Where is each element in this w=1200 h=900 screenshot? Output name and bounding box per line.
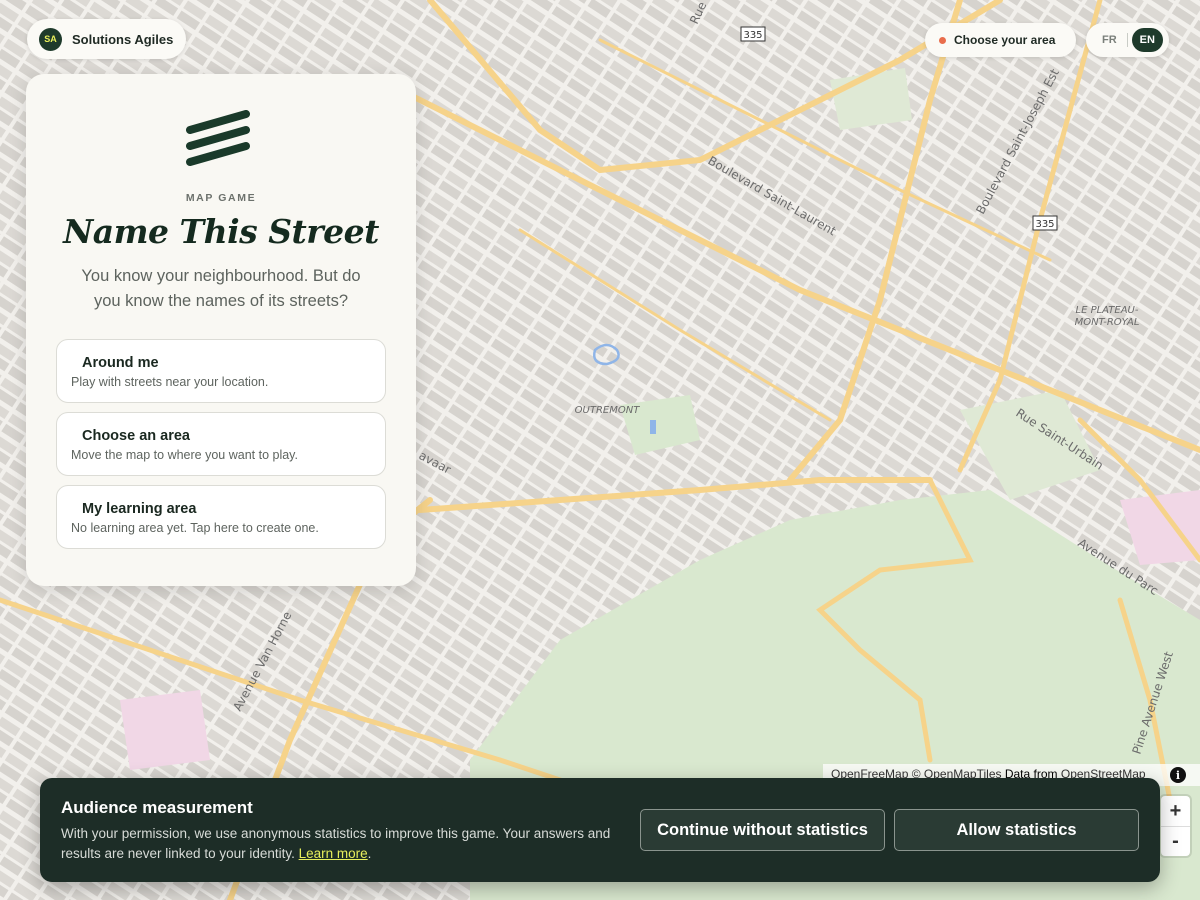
svg-text:335: 335 bbox=[743, 30, 762, 41]
map-label: MONT-ROYAL bbox=[1075, 317, 1140, 328]
zoom-out-button[interactable]: - bbox=[1161, 826, 1190, 856]
status-dot-icon bbox=[939, 36, 946, 44]
option-choose-area[interactable]: Choose an area Move the map to where you… bbox=[56, 412, 386, 476]
option-title: Choose an area bbox=[82, 428, 190, 444]
learn-more-link[interactable]: Learn more bbox=[299, 846, 368, 861]
option-title: My learning area bbox=[82, 501, 197, 517]
choose-area-label: Choose your area bbox=[954, 33, 1056, 47]
option-around-me[interactable]: Around me Play with streets near your lo… bbox=[56, 339, 386, 403]
option-learning-area[interactable]: My learning area No learning area yet. T… bbox=[56, 485, 386, 549]
language-en-button[interactable]: EN bbox=[1131, 28, 1163, 52]
continue-without-statistics-button[interactable]: Continue without statistics bbox=[640, 809, 885, 851]
zoom-in-button[interactable]: + bbox=[1161, 796, 1190, 826]
allow-statistics-button[interactable]: Allow statistics bbox=[894, 809, 1139, 851]
consent-banner: Audience measurement With your permissio… bbox=[40, 778, 1160, 882]
brand-name: Solutions Agiles bbox=[72, 31, 174, 47]
option-description: No learning area yet. Tap here to create… bbox=[71, 521, 319, 535]
route-shield: 335 bbox=[740, 26, 766, 42]
language-divider bbox=[1126, 33, 1128, 47]
hospital-area-west bbox=[120, 690, 210, 770]
info-icon[interactable]: i bbox=[1170, 767, 1186, 783]
consent-body: With your permission, we use anonymous s… bbox=[61, 824, 621, 864]
language-toggle: FR EN bbox=[1086, 23, 1169, 57]
map-label: LE PLATEAU- bbox=[1076, 305, 1139, 316]
game-panel: MAP GAME Name This Street You know your … bbox=[26, 74, 416, 586]
consent-period: . bbox=[367, 846, 372, 861]
map-label: OUTREMONT bbox=[575, 405, 641, 416]
brand-avatar: SA bbox=[39, 27, 62, 51]
language-fr-button[interactable]: FR bbox=[1096, 29, 1123, 51]
consent-title: Audience measurement bbox=[61, 798, 253, 817]
logo-stripes-icon bbox=[186, 110, 250, 166]
route-shield: 335 bbox=[1032, 215, 1058, 231]
panel-kicker: MAP GAME bbox=[185, 192, 257, 204]
zoom-control: + - bbox=[1161, 796, 1190, 856]
option-description: Move the map to where you want to play. bbox=[71, 448, 298, 462]
option-description: Play with streets near your location. bbox=[71, 375, 269, 389]
option-title: Around me bbox=[82, 355, 159, 371]
pool bbox=[650, 420, 656, 434]
page-title: Name This Street bbox=[63, 212, 379, 251]
brand-pill[interactable]: SA Solutions Agiles bbox=[27, 19, 187, 59]
panel-subtitle: You know your neighbourhood. But do you … bbox=[81, 267, 361, 310]
svg-text:335: 335 bbox=[1035, 219, 1054, 230]
choose-area-button[interactable]: Choose your area bbox=[925, 23, 1077, 57]
